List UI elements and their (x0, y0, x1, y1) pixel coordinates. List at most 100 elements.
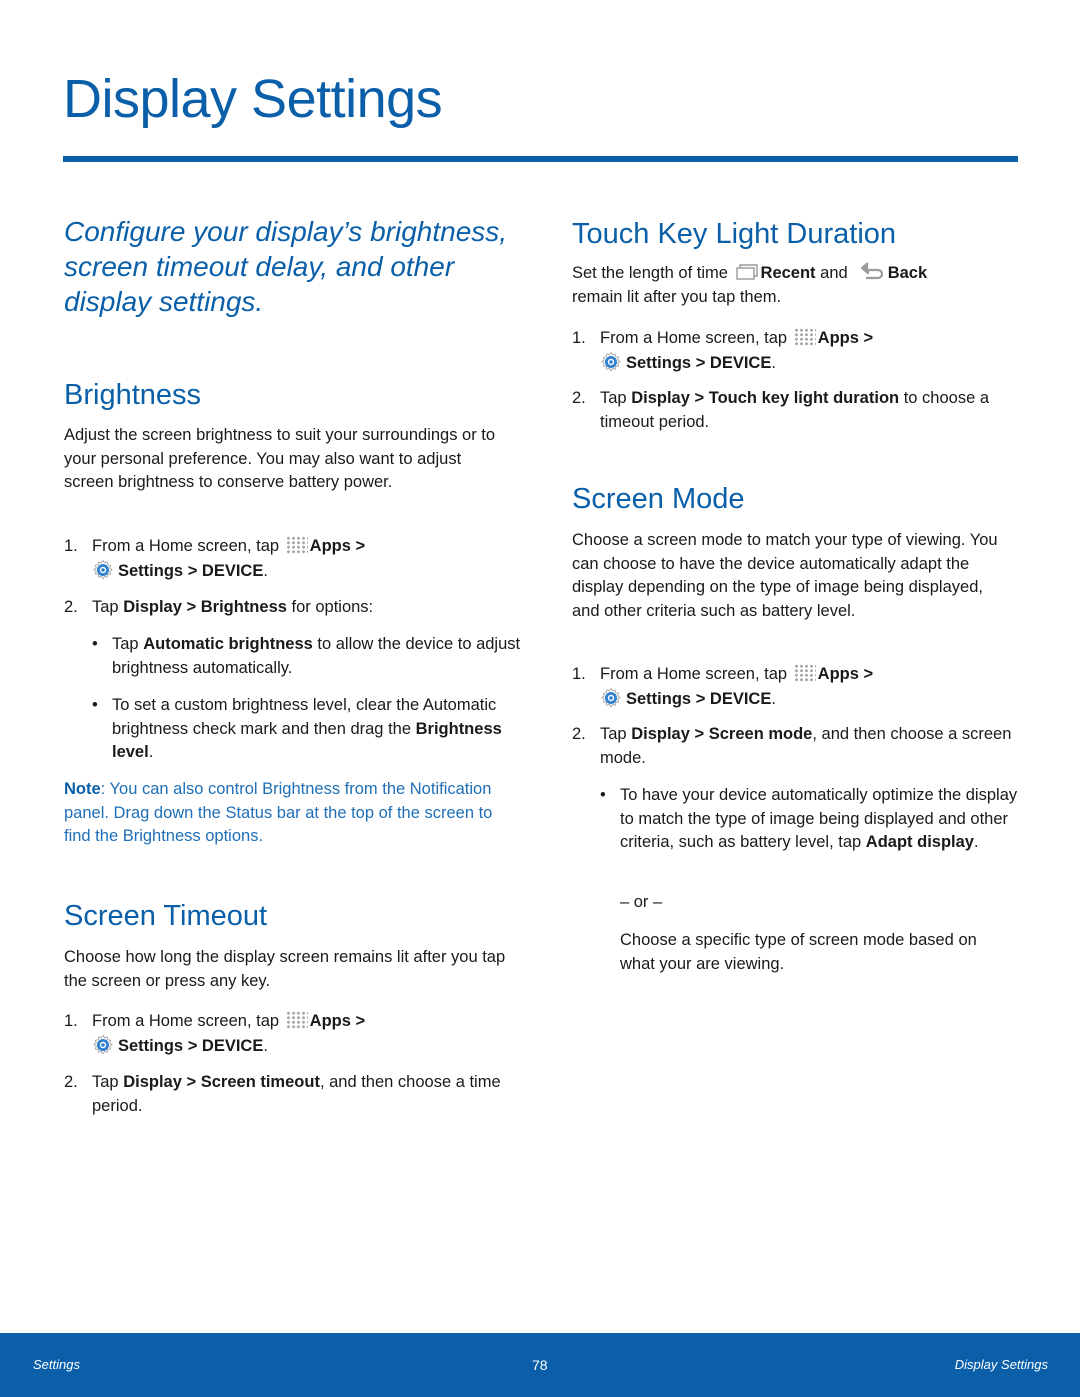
screen-mode-step-2: 2. Tap Display > Screen mode, and then c… (572, 723, 1045, 770)
settings-label: Settings (118, 1036, 184, 1055)
back-label: Back (887, 264, 928, 282)
separator: > (863, 665, 874, 683)
display-label: Display (631, 389, 690, 407)
step-text: From a Home screen, tap (600, 329, 788, 347)
step-text: From a Home screen, tap (600, 665, 788, 683)
step-text: Tap (92, 1073, 119, 1091)
separator: > (863, 329, 874, 347)
separator: > (694, 389, 705, 407)
apps-label: Apps (309, 1012, 351, 1030)
title-divider (63, 156, 1018, 162)
step-text: Tap (600, 389, 627, 407)
or-separator: – or – (620, 893, 663, 911)
screen-timeout-step-2: 2. Tap Display > Screen timeout, and the… (64, 1071, 532, 1118)
apps-label: Apps (309, 537, 351, 555)
settings-gear-icon (601, 351, 621, 371)
display-label: Display (123, 598, 182, 616)
display-label: Display (123, 1073, 182, 1091)
touch-key-step-1: 1. From a Home screen, tap Apps > Settin… (572, 327, 1040, 375)
touch-key-light-duration-label: Touch key light duration (708, 389, 900, 407)
device-label: DEVICE (709, 689, 772, 708)
display-label: Display (631, 725, 690, 743)
bullet-dot: • (92, 696, 98, 714)
period: . (148, 743, 154, 761)
period: . (771, 689, 776, 708)
period: . (263, 1036, 268, 1055)
separator: > (187, 1036, 198, 1055)
step-number: 1. (64, 537, 78, 555)
separator: > (355, 537, 366, 555)
bullet-dot: • (600, 786, 606, 804)
settings-gear-icon (93, 1034, 113, 1054)
separator: > (186, 598, 197, 616)
recent-apps-icon (735, 264, 758, 280)
screen-mode-body: Choose a screen mode to match your type … (572, 531, 998, 620)
separator: > (186, 1073, 197, 1091)
screen-mode-step-1: 1. From a Home screen, tap Apps > Settin… (572, 663, 1040, 711)
brightness-label: Brightness (200, 598, 287, 616)
apps-grid-icon (285, 536, 308, 554)
screen-mode-heading: Screen Mode (572, 483, 745, 515)
brightness-body: Adjust the screen brightness to suit you… (64, 426, 496, 491)
settings-label: Settings (626, 353, 692, 372)
bullet-dot: • (92, 635, 98, 653)
page-title: Display Settings (63, 69, 443, 129)
body-text: Set the length of time (572, 264, 728, 282)
screen-mode-bullet-1: • To have your device automatically opti… (600, 784, 1032, 855)
brightness-heading: Brightness (64, 379, 202, 411)
back-arrow-icon (860, 262, 883, 280)
body-text: remain lit after you tap them. (572, 287, 782, 306)
bullet-text: Tap (112, 635, 139, 653)
brightness-bullet-1: • Tap Automatic brightness to allow the … (92, 633, 524, 680)
brightness-bullet-2: • To set a custom brightness level, clea… (92, 694, 524, 765)
page-footer: Settings 78 Display Settings (0, 1333, 1080, 1397)
period: . (973, 833, 979, 851)
body-text: and (820, 264, 848, 282)
page-number: 78 (532, 1357, 548, 1373)
screen-mode-alternative: Choose a specific type of screen mode ba… (620, 931, 977, 973)
step-text: for options: (291, 598, 374, 616)
step-text: From a Home screen, tap (92, 1012, 280, 1030)
touch-key-heading: Touch Key Light Duration (572, 218, 897, 250)
separator: > (355, 1012, 366, 1030)
screen-timeout-label: Screen timeout (200, 1073, 320, 1091)
step-text: From a Home screen, tap (92, 537, 280, 555)
step-number: 2. (572, 725, 586, 743)
step-number: 2. (64, 1073, 78, 1091)
step-text: Tap (92, 598, 119, 616)
apps-grid-icon (793, 328, 816, 346)
apps-label: Apps (817, 665, 859, 683)
step-number: 1. (572, 329, 586, 347)
settings-label: Settings (626, 689, 692, 708)
period: . (771, 353, 776, 372)
step-number: 1. (572, 665, 586, 683)
page-intro: Configure your display’s brightness, scr… (64, 216, 508, 317)
separator: > (695, 353, 706, 372)
automatic-brightness-label: Automatic brightness (143, 635, 313, 653)
screen-timeout-heading: Screen Timeout (64, 900, 268, 932)
screen-timeout-step-1: 1. From a Home screen, tap Apps > Settin… (64, 1010, 532, 1058)
step-number: 2. (64, 598, 78, 616)
period: . (263, 561, 268, 580)
step-number: 2. (572, 389, 586, 407)
note-text: : You can also control Brightness from t… (64, 780, 493, 845)
brightness-step-2: 2. Tap Display > Brightness for options: (64, 596, 532, 620)
step-text: Tap (600, 725, 627, 743)
note-label: Note (64, 780, 101, 798)
apps-label: Apps (817, 329, 859, 347)
device-label: DEVICE (201, 1036, 264, 1055)
settings-gear-icon (601, 687, 621, 707)
footer-chapter-label: Display Settings (954, 1357, 1048, 1372)
screen-mode-label: Screen mode (708, 725, 813, 743)
device-label: DEVICE (201, 561, 264, 580)
screen-timeout-body: Choose how long the display screen remai… (64, 948, 506, 990)
brightness-note: Note: You can also control Brightness fr… (64, 778, 514, 849)
device-label: DEVICE (709, 353, 772, 372)
brightness-step-1: 1. From a Home screen, tap Apps > Settin… (64, 535, 532, 583)
apps-grid-icon (793, 664, 816, 682)
footer-section-label: Settings (33, 1357, 80, 1372)
settings-label: Settings (118, 561, 184, 580)
separator: > (694, 725, 705, 743)
separator: > (187, 561, 198, 580)
step-number: 1. (64, 1012, 78, 1030)
